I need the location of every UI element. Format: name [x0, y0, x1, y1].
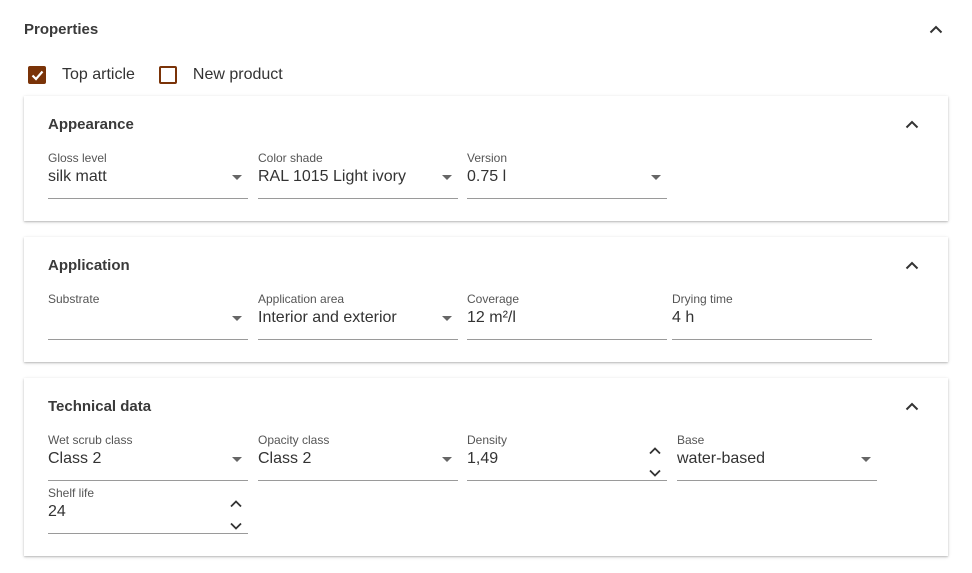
properties-title: Properties — [24, 20, 99, 38]
density-value: 1,49 — [467, 450, 499, 467]
density-input[interactable]: Density 1,49 — [467, 433, 667, 481]
properties-header: Properties — [24, 12, 948, 46]
coverage-label: Coverage — [467, 292, 520, 306]
application-area-label: Application area — [258, 292, 345, 306]
drying-time-input[interactable]: Drying time 4 h — [672, 292, 872, 340]
appearance-collapse-button[interactable] — [900, 112, 924, 136]
top-article-checkbox[interactable]: Top article — [28, 66, 135, 84]
check-icon — [31, 70, 43, 81]
shelf-life-value: 24 — [48, 503, 66, 520]
coverage-value: 12 m²/l — [467, 309, 516, 326]
spinner-up-icon[interactable] — [649, 447, 661, 455]
spinner-up-icon[interactable] — [230, 500, 242, 508]
opacity-class-label: Opacity class — [258, 433, 330, 447]
new-product-checkbox-box[interactable] — [158, 66, 177, 84]
chevron-up-icon — [905, 402, 919, 410]
spinner-down-icon[interactable] — [230, 522, 242, 530]
new-product-label: New product — [192, 66, 283, 83]
caret-down-icon[interactable] — [442, 457, 452, 462]
top-article-checkbox-box[interactable] — [28, 66, 46, 84]
opacity-class-select[interactable]: Opacity class Class 2 — [258, 433, 458, 481]
base-select[interactable]: Base water-based — [677, 433, 877, 481]
technical-data-title: Technical data — [48, 397, 152, 415]
base-label: Base — [677, 433, 705, 447]
technical-data-collapse-button[interactable] — [900, 394, 924, 418]
shelf-life-spinner[interactable] — [228, 500, 244, 530]
gloss-level-select[interactable]: Gloss level silk matt — [48, 151, 248, 199]
opacity-class-value: Class 2 — [258, 450, 312, 467]
caret-down-icon[interactable] — [232, 316, 242, 321]
spinner-down-icon[interactable] — [649, 469, 661, 477]
wet-scrub-class-select[interactable]: Wet scrub class Class 2 — [48, 433, 248, 481]
application-area-select[interactable]: Application area Interior and exterior — [258, 292, 458, 340]
application-header: Application — [48, 253, 924, 277]
caret-down-icon[interactable] — [232, 457, 242, 462]
substrate-label: Substrate — [48, 292, 100, 306]
caret-down-icon[interactable] — [861, 457, 871, 462]
substrate-select[interactable]: Substrate — [48, 292, 248, 340]
chevron-up-icon — [905, 261, 919, 269]
appearance-header: Appearance — [48, 112, 924, 136]
caret-down-icon[interactable] — [442, 316, 452, 321]
wet-scrub-class-value: Class 2 — [48, 450, 102, 467]
density-spinner[interactable] — [647, 447, 663, 477]
appearance-card: Appearance Gloss level silk matt Color s… — [24, 96, 948, 221]
application-card: Application Substrate Application area I… — [24, 237, 948, 362]
color-shade-label: Color shade — [258, 151, 323, 165]
shelf-life-label: Shelf life — [48, 486, 95, 500]
properties-checkboxes: Top article New product — [28, 64, 307, 86]
wet-scrub-class-label: Wet scrub class — [48, 433, 133, 447]
drying-time-value: 4 h — [672, 309, 695, 326]
chevron-up-icon — [929, 25, 943, 33]
top-article-label: Top article — [62, 66, 135, 83]
gloss-level-label: Gloss level — [48, 151, 107, 165]
base-value: water-based — [677, 450, 766, 467]
color-shade-select[interactable]: Color shade RAL 1015 Light ivory — [258, 151, 458, 199]
properties-collapse-button[interactable] — [924, 17, 948, 41]
version-value: 0.75 l — [467, 168, 507, 185]
version-label: Version — [467, 151, 508, 165]
version-select[interactable]: Version 0.75 l — [467, 151, 667, 199]
caret-down-icon[interactable] — [651, 175, 661, 180]
new-product-checkbox[interactable]: New product — [158, 66, 283, 84]
density-label: Density — [467, 433, 508, 447]
drying-time-label: Drying time — [672, 292, 733, 306]
chevron-up-icon — [905, 120, 919, 128]
application-title: Application — [48, 256, 130, 274]
gloss-level-value: silk matt — [48, 168, 107, 185]
caret-down-icon[interactable] — [232, 175, 242, 180]
caret-down-icon[interactable] — [442, 175, 452, 180]
technical-data-card: Technical data Wet scrub class Class 2 O… — [24, 378, 948, 556]
application-collapse-button[interactable] — [900, 253, 924, 277]
shelf-life-input[interactable]: Shelf life 24 — [48, 486, 248, 534]
coverage-input[interactable]: Coverage 12 m²/l — [467, 292, 667, 340]
appearance-title: Appearance — [48, 115, 134, 133]
application-area-value: Interior and exterior — [258, 309, 397, 326]
technical-data-header: Technical data — [48, 394, 924, 418]
color-shade-value: RAL 1015 Light ivory — [258, 168, 406, 185]
